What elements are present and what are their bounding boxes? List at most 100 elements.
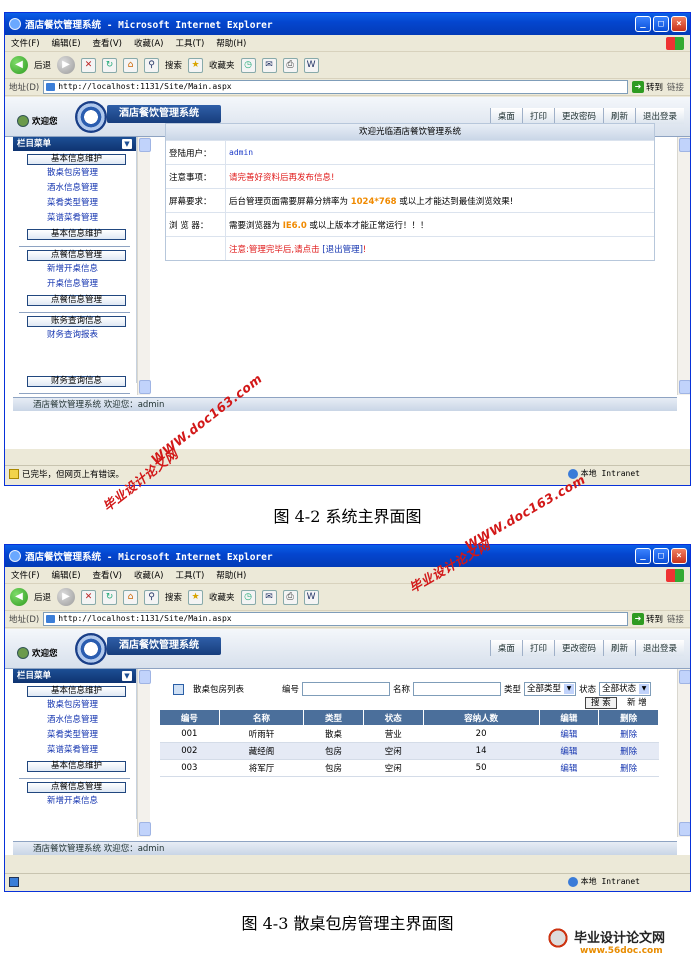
menu-view[interactable]: 查看(V)	[93, 37, 122, 49]
edit-icon[interactable]: W	[303, 57, 319, 73]
logout-button[interactable]: 退出登录	[634, 640, 684, 656]
name-input[interactable]	[413, 682, 502, 696]
sidebar-link[interactable]: 菜谱菜肴管理	[13, 743, 136, 758]
sidebar-section-header[interactable]: 基本信息维护	[27, 686, 126, 697]
search-label[interactable]: 搜索	[165, 591, 182, 603]
number-input[interactable]	[302, 682, 391, 696]
change-password-button[interactable]: 更改密码	[553, 108, 603, 124]
menu-help[interactable]: 帮助(H)	[216, 37, 246, 49]
menu-favorites[interactable]: 收藏(A)	[134, 37, 163, 49]
sidebar-link[interactable]: 酒水信息管理	[13, 713, 136, 728]
edit-link[interactable]: 编辑	[539, 759, 599, 777]
sidebar-section-header[interactable]: 基本信息维护	[27, 761, 126, 772]
search-icon[interactable]: ⚲	[144, 57, 160, 73]
sidebar-link[interactable]: 新增开桌信息	[13, 794, 136, 809]
menu-view[interactable]: 查看(V)	[93, 569, 122, 581]
type-select[interactable]: 全部类型	[524, 682, 577, 696]
favorites-star-icon[interactable]: ★	[188, 589, 204, 605]
collapse-arrow-icon[interactable]: ▼	[122, 139, 132, 149]
menu-edit[interactable]: 编辑(E)	[52, 569, 81, 581]
minimize-button[interactable]: _	[635, 16, 651, 32]
print-button[interactable]: 打印	[521, 108, 554, 124]
url-input[interactable]: http://localhost:1131/Site/Main.aspx	[43, 80, 628, 94]
home-icon[interactable]: ⌂	[123, 589, 139, 605]
edit-link[interactable]: 编辑	[539, 742, 599, 760]
stop-icon[interactable]: ✕	[81, 589, 97, 605]
refresh-icon[interactable]: ↻	[102, 589, 118, 605]
collapse-arrow-icon[interactable]: ▼	[122, 671, 132, 681]
sidebar-section-header[interactable]: 账务查询信息	[27, 316, 126, 327]
change-password-button[interactable]: 更改密码	[553, 640, 603, 656]
go-button[interactable]: ➜ 转到	[631, 81, 663, 93]
sidebar-link[interactable]: 散桌包房管理	[13, 166, 136, 181]
print-button[interactable]: 打印	[521, 640, 554, 656]
page-error-icon[interactable]	[9, 468, 19, 479]
sidebar-link[interactable]: 新增开桌信息	[13, 262, 136, 277]
mail-icon[interactable]: ✉	[261, 57, 277, 73]
search-label[interactable]: 搜索	[165, 59, 182, 71]
sidebar-scrollbar[interactable]	[137, 669, 151, 837]
desktop-button[interactable]: 桌面	[489, 640, 522, 656]
sidebar-link[interactable]: 散桌包房管理	[13, 698, 136, 713]
favorites-label[interactable]: 收藏夹	[209, 59, 235, 71]
sidebar-link[interactable]: 菜肴类型管理	[13, 728, 136, 743]
menu-help[interactable]: 帮助(H)	[216, 569, 246, 581]
print-icon[interactable]: ⎙	[282, 57, 298, 73]
delete-link[interactable]: 删除	[598, 759, 659, 777]
maximize-button[interactable]: □	[653, 548, 669, 564]
back-arrow-icon[interactable]: ◀	[10, 56, 28, 74]
sidebar-section-header[interactable]: 点餐信息管理	[27, 782, 126, 793]
links-label[interactable]: 链接	[667, 613, 690, 625]
search-icon[interactable]: ⚲	[144, 589, 160, 605]
sidebar-section-header[interactable]: 点餐信息管理	[27, 295, 126, 306]
refresh-button[interactable]: 刷新	[602, 640, 635, 656]
sidebar-link[interactable]: 财务查询报表	[13, 328, 136, 343]
menu-file[interactable]: 文件(F)	[11, 569, 40, 581]
back-arrow-icon[interactable]: ◀	[10, 588, 28, 606]
sidebar-scrollbar[interactable]	[137, 137, 151, 395]
status-select[interactable]: 全部状态	[599, 682, 652, 696]
favorites-label[interactable]: 收藏夹	[209, 591, 235, 603]
refresh-button[interactable]: 刷新	[602, 108, 635, 124]
maximize-button[interactable]: □	[653, 16, 669, 32]
history-icon[interactable]: ◷	[240, 589, 256, 605]
main-scrollbar[interactable]	[677, 669, 690, 837]
favorites-star-icon[interactable]: ★	[188, 57, 204, 73]
sidebar-section-header[interactable]: 点餐信息管理	[27, 250, 126, 261]
sidebar-section-header[interactable]: 基本信息维护	[27, 154, 126, 165]
refresh-icon[interactable]: ↻	[102, 57, 118, 73]
delete-link[interactable]: 删除	[598, 725, 659, 743]
links-label[interactable]: 链接	[667, 81, 690, 93]
sidebar-link[interactable]: 菜肴类型管理	[13, 196, 136, 211]
menu-edit[interactable]: 编辑(E)	[52, 37, 81, 49]
main-scrollbar[interactable]	[677, 137, 690, 395]
delete-link[interactable]: 删除	[598, 742, 659, 760]
close-button[interactable]: ×	[671, 16, 687, 32]
search-button[interactable]: 搜 索	[585, 697, 617, 709]
menu-favorites[interactable]: 收藏(A)	[134, 569, 163, 581]
sidebar-link[interactable]: 开桌信息管理	[13, 277, 136, 292]
exit-link[interactable]: [退出管理]	[322, 245, 363, 255]
edit-link[interactable]: 编辑	[539, 725, 599, 743]
mail-icon[interactable]: ✉	[261, 589, 277, 605]
menu-tools[interactable]: 工具(T)	[175, 37, 204, 49]
sidebar-section-header[interactable]: 财务查询信息	[27, 376, 126, 387]
sidebar-link[interactable]: 菜谱菜肴管理	[13, 211, 136, 226]
back-label[interactable]: 后退	[34, 591, 51, 603]
edit-icon[interactable]: W	[303, 589, 319, 605]
go-button[interactable]: ➜ 转到	[631, 613, 663, 625]
history-icon[interactable]: ◷	[240, 57, 256, 73]
menu-tools[interactable]: 工具(T)	[175, 569, 204, 581]
stop-icon[interactable]: ✕	[81, 57, 97, 73]
minimize-button[interactable]: _	[635, 548, 651, 564]
logout-button[interactable]: 退出登录	[634, 108, 684, 124]
add-button[interactable]: 新 增	[621, 697, 653, 709]
menu-file[interactable]: 文件(F)	[11, 37, 40, 49]
forward-arrow-icon[interactable]: ▶	[57, 588, 76, 606]
sidebar-link[interactable]: 酒水信息管理	[13, 181, 136, 196]
forward-arrow-icon[interactable]: ▶	[57, 56, 76, 74]
close-button[interactable]: ×	[671, 548, 687, 564]
desktop-button[interactable]: 桌面	[489, 108, 522, 124]
home-icon[interactable]: ⌂	[123, 57, 139, 73]
back-label[interactable]: 后退	[34, 59, 51, 71]
